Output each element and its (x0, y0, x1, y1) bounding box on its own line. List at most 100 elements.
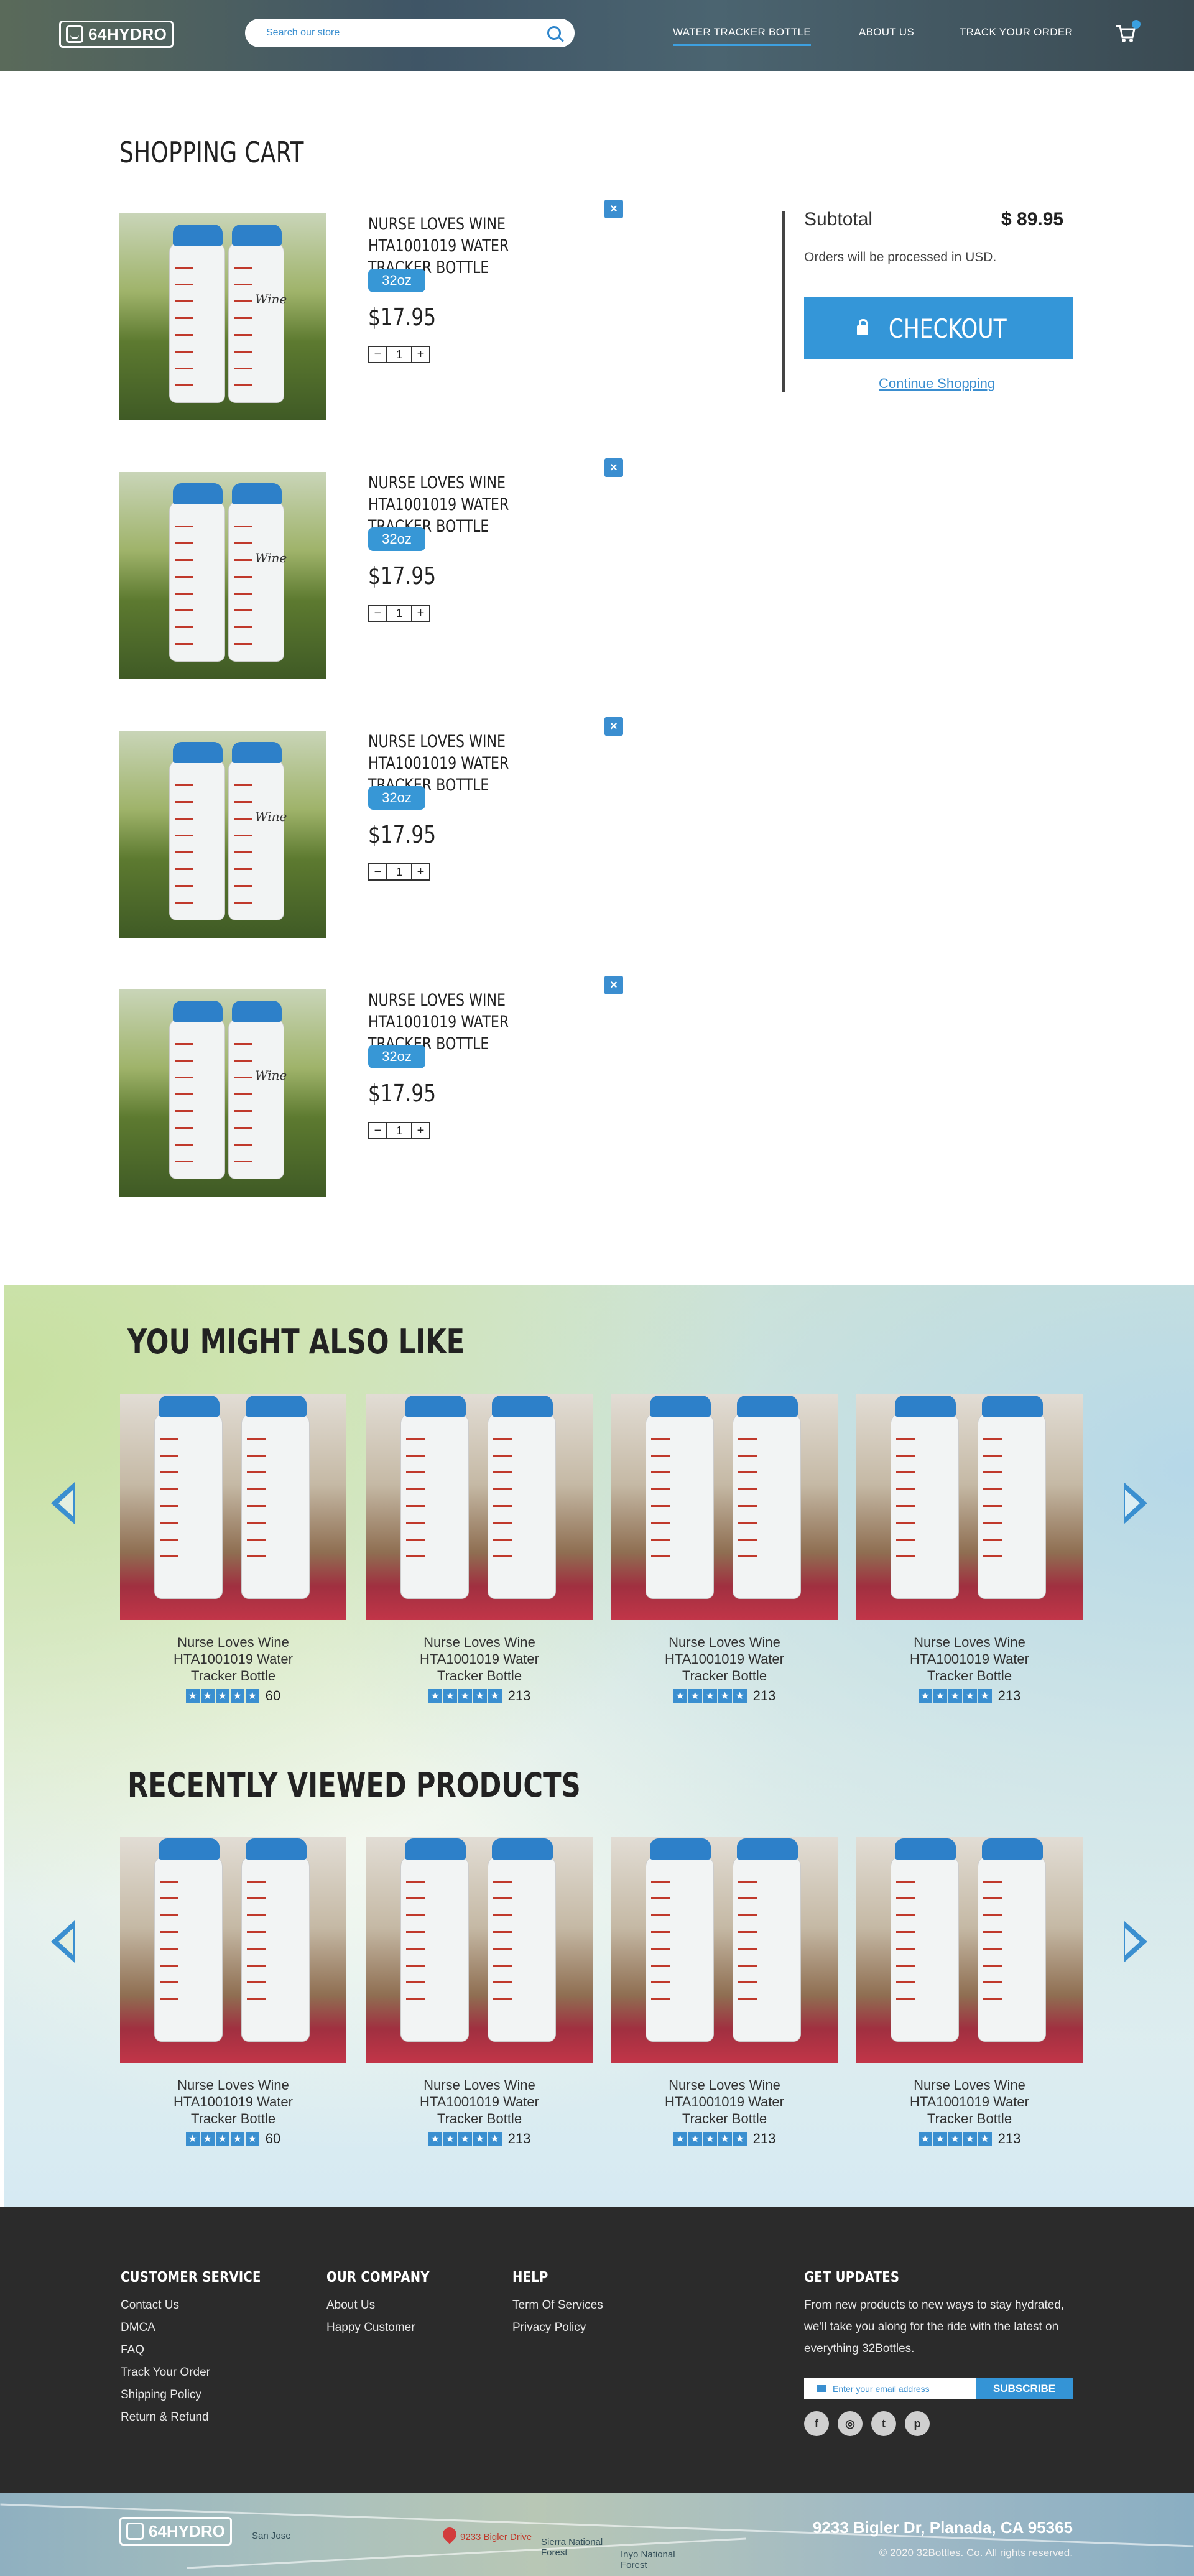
search-icon[interactable] (547, 26, 561, 40)
recent-next-arrow-icon[interactable] (1124, 1920, 1147, 1963)
instagram-icon[interactable]: ◎ (838, 2411, 863, 2436)
remove-item-icon[interactable]: × (604, 976, 623, 994)
review-count: 213 (507, 2131, 531, 2146)
nav-track-your-order[interactable]: TRACK YOUR ORDER (960, 26, 1073, 39)
qty-value[interactable]: 1 (387, 1122, 411, 1139)
twitter-icon[interactable]: t (871, 2411, 896, 2436)
footer-link-about-us[interactable]: About Us (326, 2294, 448, 2317)
qty-value[interactable]: 1 (387, 346, 411, 363)
email-field-wrap (804, 2378, 976, 2399)
footer-link-return-refund[interactable]: Return & Refund (121, 2406, 285, 2429)
bottle-cap (895, 1838, 956, 1860)
star-rating: ★ ★ ★ ★ ★ (673, 1689, 747, 1703)
product-card[interactable]: Nurse Loves Wine HTA1001019 Water Tracke… (611, 1394, 838, 1704)
product-image[interactable] (366, 1837, 593, 2063)
product-card[interactable]: Nurse Loves Wine HTA1001019 Water Tracke… (120, 1394, 346, 1704)
subtotal-value: $ 89.95 (1001, 209, 1064, 229)
product-card[interactable]: Nurse Loves Wine HTA1001019 Water Tracke… (120, 1837, 346, 2147)
qty-decrease-button[interactable]: − (368, 346, 387, 363)
product-name[interactable]: Nurse Loves Wine HTA1001019 Water Tracke… (120, 2077, 346, 2127)
search-input[interactable] (266, 27, 547, 39)
star-rating: ★ ★ ★ ★ ★ (428, 1689, 502, 1703)
qty-decrease-button[interactable]: − (368, 863, 387, 881)
product-image[interactable] (120, 1837, 346, 2063)
qty-value[interactable]: 1 (387, 863, 411, 881)
map-pin-icon (440, 2524, 460, 2544)
product-name[interactable]: Nurse Loves Wine HTA1001019 Water Tracke… (366, 2077, 593, 2127)
bottle-cap (895, 1396, 956, 1417)
product-card[interactable]: Nurse Loves Wine HTA1001019 Water Tracke… (856, 1394, 1083, 1704)
footer-link-contact-us[interactable]: Contact Us (121, 2294, 285, 2317)
remove-item-icon[interactable]: × (604, 200, 623, 218)
footer-logo[interactable]: 64HYDRO (119, 2517, 232, 2546)
product-card[interactable]: Nurse Loves Wine HTA1001019 Water Tracke… (366, 1394, 593, 1704)
bottle-cap (246, 1838, 307, 1860)
product-image[interactable] (366, 1394, 593, 1620)
product-image[interactable] (856, 1837, 1083, 2063)
cart-item-image[interactable]: Wine (119, 213, 326, 420)
cart-item-image[interactable]: Wine (119, 989, 326, 1197)
nav-about-us[interactable]: ABOUT US (859, 26, 914, 39)
star-icon: ★ (473, 2132, 487, 2146)
star-icon: ★ (733, 1689, 747, 1703)
qty-increase-button[interactable]: + (411, 1122, 430, 1139)
product-name[interactable]: Nurse Loves Wine HTA1001019 Water Tracke… (611, 1634, 838, 1684)
qty-increase-button[interactable]: + (411, 863, 430, 881)
product-name[interactable]: Nurse Loves Wine HTA1001019 Water Tracke… (611, 2077, 838, 2127)
bottle-cap (232, 1001, 282, 1022)
star-icon: ★ (733, 2132, 747, 2146)
footer-link-privacy[interactable]: Privacy Policy (512, 2317, 603, 2339)
product-name[interactable]: Nurse Loves Wine HTA1001019 Water Tracke… (366, 1634, 593, 1684)
continue-shopping-link[interactable]: Continue Shopping (879, 376, 995, 392)
cart-item-image[interactable]: Wine (119, 731, 326, 938)
remove-item-icon[interactable]: × (604, 458, 623, 477)
product-card[interactable]: Nurse Loves Wine HTA1001019 Water Tracke… (856, 1837, 1083, 2147)
subscribe-button[interactable]: SUBSCRIBE (976, 2378, 1073, 2399)
recent-prev-arrow-icon[interactable] (51, 1920, 75, 1963)
product-rating: ★ ★ ★ ★ ★ 213 (611, 1688, 838, 1704)
qty-increase-button[interactable]: + (411, 605, 430, 622)
search-bar (245, 19, 575, 47)
facebook-icon[interactable]: f (804, 2411, 829, 2436)
product-image[interactable] (611, 1394, 838, 1620)
footer-link-shipping-policy[interactable]: Shipping Policy (121, 2384, 285, 2406)
product-card[interactable]: Nurse Loves Wine HTA1001019 Water Tracke… (611, 1837, 838, 2147)
product-image[interactable] (856, 1394, 1083, 1620)
product-image[interactable] (120, 1394, 346, 1620)
also-like-prev-arrow-icon[interactable] (51, 1482, 75, 1524)
email-field[interactable] (833, 2383, 970, 2394)
site-logo[interactable]: 64HYDRO (59, 21, 174, 48)
cart-item-image[interactable]: Wine (119, 472, 326, 679)
footer-link-terms[interactable]: Term Of Services (512, 2294, 603, 2317)
product-name[interactable]: Nurse Loves Wine HTA1001019 Water Tracke… (856, 2077, 1083, 2127)
remove-item-icon[interactable]: × (604, 717, 623, 736)
bottle-cap (246, 1396, 307, 1417)
map-label: Inyo National Forest (621, 2549, 675, 2570)
product-image[interactable] (611, 1837, 838, 2063)
qty-decrease-button[interactable]: − (368, 1122, 387, 1139)
review-count: 213 (997, 2131, 1021, 2146)
pinterest-icon[interactable]: p (905, 2411, 930, 2436)
footer-link-track-order[interactable]: Track Your Order (121, 2361, 285, 2384)
product-name[interactable]: Nurse Loves Wine HTA1001019 Water Tracke… (120, 1634, 346, 1684)
star-icon: ★ (688, 1689, 702, 1703)
product-card[interactable]: Nurse Loves Wine HTA1001019 Water Tracke… (366, 1837, 593, 2147)
bottle-cap (650, 1396, 711, 1417)
nav-water-tracker-bottle[interactable]: WATER TRACKER BOTTLE (673, 26, 811, 46)
qty-increase-button[interactable]: + (411, 346, 430, 363)
star-icon: ★ (185, 2132, 200, 2146)
checkout-button[interactable]: CHECKOUT (804, 297, 1073, 359)
footer-link-faq[interactable]: FAQ (121, 2339, 285, 2361)
bottle-illustration (154, 1838, 223, 2042)
product-name[interactable]: Nurse Loves Wine HTA1001019 Water Tracke… (856, 1634, 1083, 1684)
bottle-cap (737, 1838, 798, 1860)
qty-value[interactable]: 1 (387, 605, 411, 622)
bottle-illustration (646, 1396, 714, 1599)
also-like-next-arrow-icon[interactable] (1124, 1482, 1147, 1524)
footer-link-dmca[interactable]: DMCA (121, 2317, 285, 2339)
qty-decrease-button[interactable]: − (368, 605, 387, 622)
bottle-illustration (154, 1396, 223, 1599)
quantity-stepper: −1 + (368, 863, 430, 881)
size-badge: 32oz (368, 1045, 425, 1068)
footer-link-happy-customer[interactable]: Happy Customer (326, 2317, 448, 2339)
